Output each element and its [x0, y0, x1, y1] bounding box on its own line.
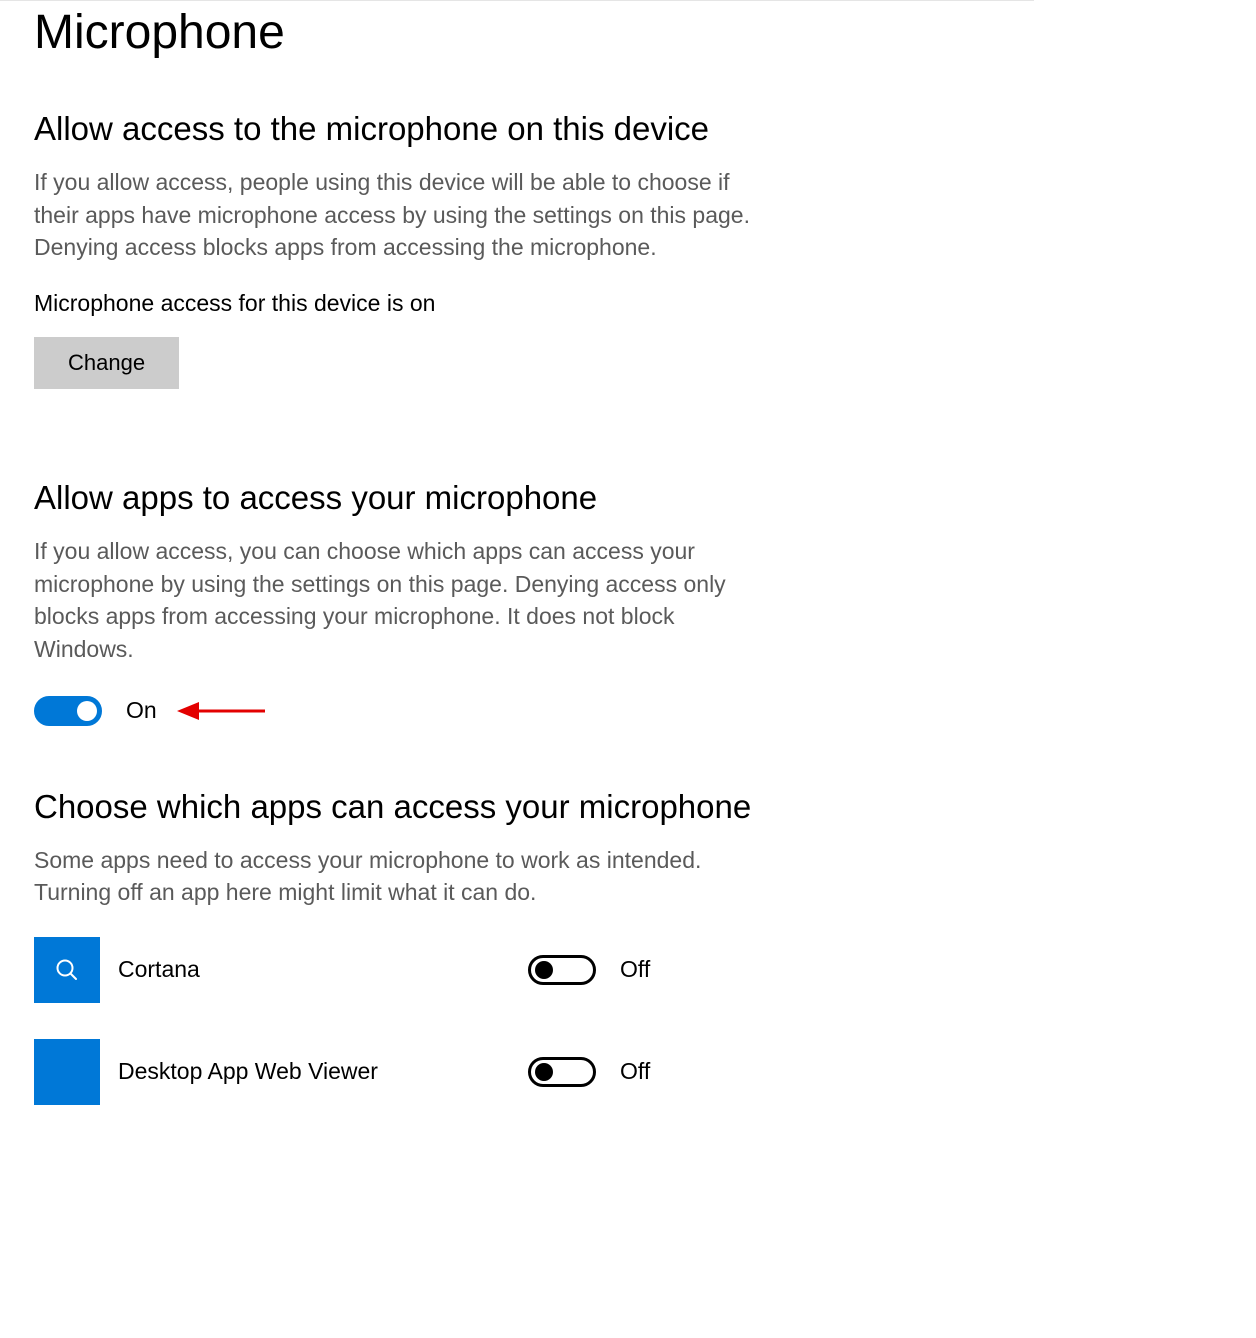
change-button[interactable]: Change	[34, 337, 179, 389]
app-row: Desktop App Web Viewer Off	[34, 1039, 1034, 1105]
annotation-arrow-icon	[177, 699, 267, 723]
app-toggle-desktop-app-web-viewer[interactable]	[528, 1057, 596, 1087]
section-device-description: If you allow access, people using this d…	[34, 166, 774, 264]
allow-apps-toggle-label: On	[126, 697, 157, 724]
app-toggle-cortana[interactable]	[528, 955, 596, 985]
page-title: Microphone	[34, 5, 1034, 60]
allow-apps-toggle[interactable]	[34, 696, 102, 726]
app-toggle-label: Off	[620, 1058, 650, 1085]
section-device-heading: Allow access to the microphone on this d…	[34, 110, 1034, 148]
device-access-status: Microphone access for this device is on	[34, 290, 1034, 317]
app-name-label: Desktop App Web Viewer	[100, 1058, 528, 1085]
section-apps-description: If you allow access, you can choose whic…	[34, 535, 774, 666]
section-choose-heading: Choose which apps can access your microp…	[34, 788, 1034, 826]
section-choose-description: Some apps need to access your microphone…	[34, 844, 734, 909]
app-toggle-label: Off	[620, 956, 650, 983]
desktop-app-web-viewer-icon	[34, 1039, 100, 1105]
app-row: Cortana Off	[34, 937, 1034, 1003]
section-apps-heading: Allow apps to access your microphone	[34, 479, 1034, 517]
app-name-label: Cortana	[100, 956, 528, 983]
cortana-icon	[34, 937, 100, 1003]
